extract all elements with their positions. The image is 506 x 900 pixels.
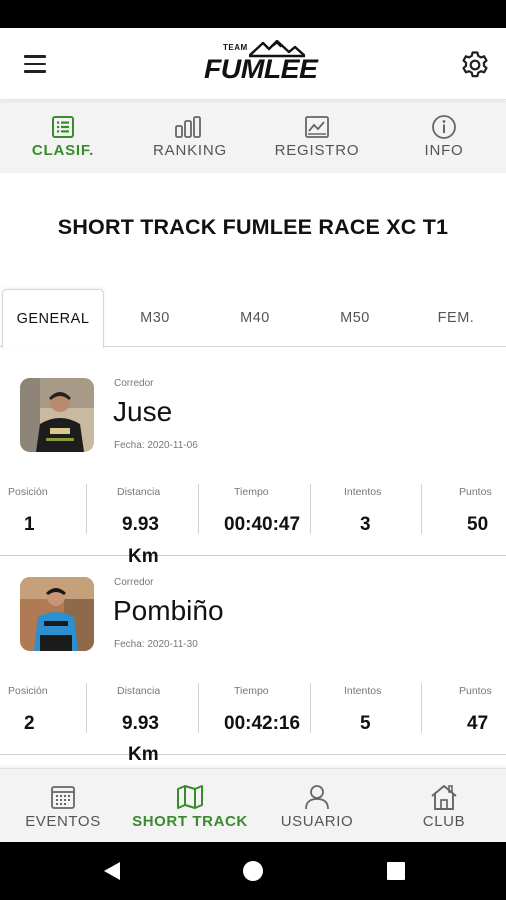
bars-icon <box>175 116 201 138</box>
tab-registro-label: REGISTRO <box>274 142 360 159</box>
stat-time-label: Tiempo <box>234 685 269 697</box>
nav-eventos-label: EVENTOS <box>25 813 101 830</box>
stat-distance-label: Distancia <box>117 486 161 498</box>
gear-icon <box>462 51 488 78</box>
back-triangle-icon[interactable] <box>100 859 124 883</box>
hamburger-menu-icon <box>24 55 46 58</box>
map-icon <box>177 785 203 809</box>
ranking-entry[interactable]: Corredor Pombiño Fecha: 2020-11-30 Posic… <box>0 547 506 765</box>
list-document-icon <box>52 116 74 138</box>
settings-button[interactable] <box>459 49 491 81</box>
stat-points-value: 47 <box>467 713 489 734</box>
logo-team-text: TEAM <box>223 43 248 52</box>
runner-name: Pombiño <box>113 595 224 626</box>
runner-caption: Corredor <box>114 378 154 389</box>
chart-image-icon <box>305 116 329 138</box>
calendar-icon <box>51 786 75 809</box>
stat-distance-value: 9.93 <box>122 514 159 535</box>
ranking-entry[interactable]: Corredor Juse Fecha: 2020-11-06 Posición… <box>0 348 506 567</box>
system-navigation-bar <box>0 842 506 900</box>
nav-eventos[interactable]: EVENTOS <box>0 769 126 843</box>
nav-club[interactable]: CLUB <box>381 769 506 843</box>
recents-square-icon[interactable] <box>384 859 408 883</box>
nav-short-track-label: SHORT TRACK <box>132 813 248 830</box>
stat-position-label: Posición <box>8 486 48 498</box>
stat-position-value: 1 <box>24 514 35 535</box>
nav-short-track[interactable]: SHORT TRACK <box>127 769 253 843</box>
event-title: SHORT TRACK FUMLEE RACE XC T1 <box>57 215 449 239</box>
info-circle-icon <box>432 115 456 139</box>
avatar <box>20 577 94 651</box>
nav-usuario-label: USUARIO <box>280 813 354 830</box>
stat-distance-label: Distancia <box>117 685 161 697</box>
entry-divider <box>0 754 506 755</box>
home-circle-icon[interactable] <box>241 859 265 883</box>
stat-attempts-label: Intentos <box>344 486 382 498</box>
stat-attempts-label: Intentos <box>344 685 382 697</box>
bottom-navigation: EVENTOS SHORT TRACK USUARIO CLUB <box>0 768 506 842</box>
tab-clasif-label: CLASIF. <box>31 142 95 159</box>
stat-distance-value: 9.93 <box>122 713 159 734</box>
user-icon <box>305 785 329 810</box>
category-tabs: GENERAL M30 M40 M50 FEM. <box>0 289 506 348</box>
menu-button[interactable] <box>18 50 52 78</box>
stat-points-label: Puntos <box>459 685 492 697</box>
tab-m40[interactable]: M40 <box>206 289 304 347</box>
status-bar <box>0 0 506 28</box>
top-tab-bar: CLASIF. RANKING REGISTRO INFO <box>0 101 506 173</box>
stat-attempts-value: 3 <box>360 514 371 535</box>
runner-name: Juse <box>113 396 173 427</box>
runner-date: Fecha: 2020-11-30 <box>114 639 198 650</box>
stat-time-value: 00:42:16 <box>224 713 301 734</box>
tab-fem[interactable]: FEM. <box>406 289 506 347</box>
nav-usuario[interactable]: USUARIO <box>254 769 380 843</box>
stat-distance-unit: Km <box>128 744 159 765</box>
tab-general[interactable]: GENERAL <box>2 289 104 348</box>
stat-position-label: Posición <box>8 685 48 697</box>
tab-ranking[interactable]: RANKING <box>127 101 253 173</box>
ranking-list[interactable]: Corredor Juse Fecha: 2020-11-06 Posición… <box>0 348 506 768</box>
logo-wordmark: FUMLEE <box>204 54 318 84</box>
stats-row: Posición 1 Distancia 9.93 Tiempo 00:40:4… <box>0 482 506 538</box>
app-header: TEAM FUMLEE <box>0 28 506 100</box>
tab-m50[interactable]: M50 <box>304 289 406 347</box>
stat-points-value: 50 <box>467 514 489 535</box>
runner-date: Fecha: 2020-11-06 <box>114 440 198 451</box>
home-icon <box>431 785 457 810</box>
avatar <box>20 378 94 452</box>
stat-time-label: Tiempo <box>234 486 269 498</box>
team-logo: TEAM FUMLEE <box>203 38 318 90</box>
nav-club-label: CLUB <box>422 813 466 830</box>
tab-m30[interactable]: M30 <box>104 289 206 347</box>
stat-time-value: 00:40:47 <box>224 514 301 535</box>
stat-position-value: 2 <box>24 713 35 734</box>
stats-row: Posición 2 Distancia 9.93 Tiempo 00:42:1… <box>0 681 506 737</box>
tab-info[interactable]: INFO <box>381 101 506 173</box>
stat-attempts-value: 5 <box>360 713 371 734</box>
tab-registro[interactable]: REGISTRO <box>254 101 380 173</box>
runner-caption: Corredor <box>114 577 154 588</box>
tab-clasif[interactable]: CLASIF. <box>0 101 126 173</box>
stat-points-label: Puntos <box>459 486 492 498</box>
tab-ranking-label: RANKING <box>153 142 227 159</box>
tab-info-label: INFO <box>424 142 464 159</box>
